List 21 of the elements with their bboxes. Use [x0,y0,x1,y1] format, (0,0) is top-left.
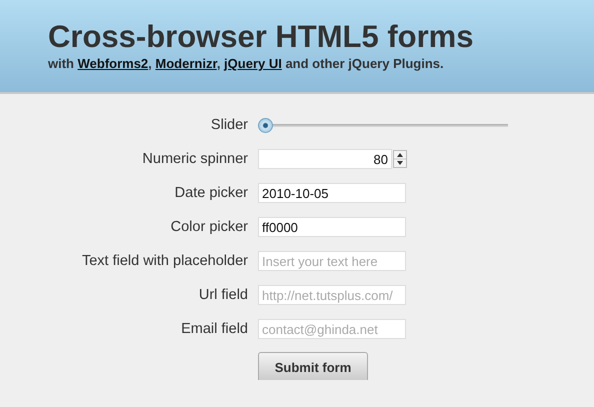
page-title: Cross-browser HTML5 forms [48,20,474,54]
text-field[interactable]: 2010-10-05 [258,183,406,203]
field-label: Text field with placeholder [80,253,248,269]
text-field[interactable]: Insert your text here [258,251,406,271]
text-field[interactable]: http://net.tutsplus.com/ [258,285,406,305]
submit-button[interactable]: Submit form [258,352,368,380]
slider-thumb[interactable] [258,118,273,132]
field-label: Date picker [174,185,248,201]
field-label: Url field [198,287,248,303]
number-field[interactable]: 80 [258,149,392,169]
text-field[interactable]: ff0000 [258,217,406,237]
spinner-arrows-icon[interactable] [393,150,407,168]
field-label: Color picker [170,219,248,235]
field-label: Numeric spinner [141,151,248,167]
subtitle-link[interactable]: Webforms2 [78,56,148,71]
page-subtitle: with Webforms2, Modernizr, jQuery UI and other jQuery Plugins. [48,56,445,71]
field-label: Slider [210,117,248,133]
subtitle-link[interactable]: Modernizr [155,56,217,71]
subtitle-link[interactable]: jQuery UI [224,56,282,71]
text-field[interactable]: contact@ghinda.net [258,319,406,339]
field-label: Email field [180,321,248,337]
